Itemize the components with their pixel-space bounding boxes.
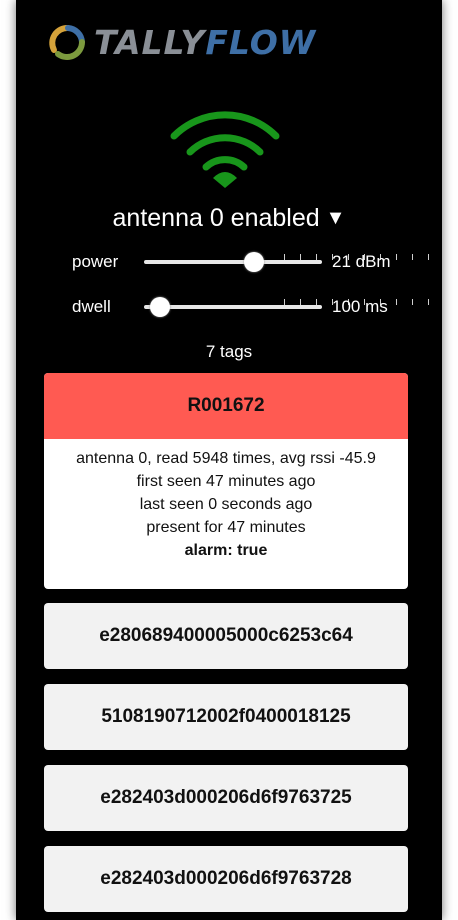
power-slider-row: power 21 dBm xyxy=(16,249,442,275)
logo-swirl-icon xyxy=(49,25,85,60)
dwell-value: 100 ms xyxy=(332,297,388,316)
tag-last-seen: last seen 0 seconds ago xyxy=(139,496,313,513)
alarm-tag-id: R001672 xyxy=(44,373,408,439)
tag-item[interactable]: e280689400005000c6253c64 xyxy=(44,603,408,669)
tag-read-stats: antenna 0, read 5948 times, avg rssi -45… xyxy=(76,450,376,467)
dwell-label: dwell xyxy=(72,297,111,316)
tag-count: 7 tags xyxy=(205,342,253,361)
tag-item[interactable]: e282403d000206d6f9763728 xyxy=(44,846,408,912)
power-label: power xyxy=(72,252,119,271)
power-slider[interactable] xyxy=(144,252,442,272)
alarm-tag-details: antenna 0, read 5948 times, avg rssi -45… xyxy=(44,439,408,562)
tallyflow-logo: TALLYFLOW xyxy=(44,20,316,64)
tag-first-seen: first seen 47 minutes ago xyxy=(136,473,316,490)
antenna-status: antenna 0 enabled xyxy=(112,204,320,232)
app-screen: TALLYFLOW antenna 0 enabled ▼ power 21 dB… xyxy=(16,0,442,920)
tag-present-duration: present for 47 minutes xyxy=(146,519,306,536)
dwell-slider[interactable] xyxy=(144,297,442,317)
wifi-icon xyxy=(170,111,280,188)
alarm-tag-card[interactable]: R001672 antenna 0, read 5948 times, avg … xyxy=(44,373,408,589)
tag-alarm-status: alarm: true xyxy=(184,542,268,559)
dwell-slider-knob[interactable] xyxy=(150,297,171,317)
logo-wordmark: TALLYFLOW xyxy=(94,22,317,62)
dwell-slider-row: dwell 100 ms xyxy=(16,294,442,320)
dropdown-caret-icon[interactable]: ▼ xyxy=(326,207,346,230)
antenna-selector[interactable]: antenna 0 enabled ▼ xyxy=(16,204,442,233)
tag-item[interactable]: e282403d000206d6f9763725 xyxy=(44,765,408,831)
power-value: 21 dBm xyxy=(332,252,391,271)
power-slider-knob[interactable] xyxy=(244,252,265,272)
tag-item[interactable]: 5108190712002f0400018125 xyxy=(44,684,408,750)
